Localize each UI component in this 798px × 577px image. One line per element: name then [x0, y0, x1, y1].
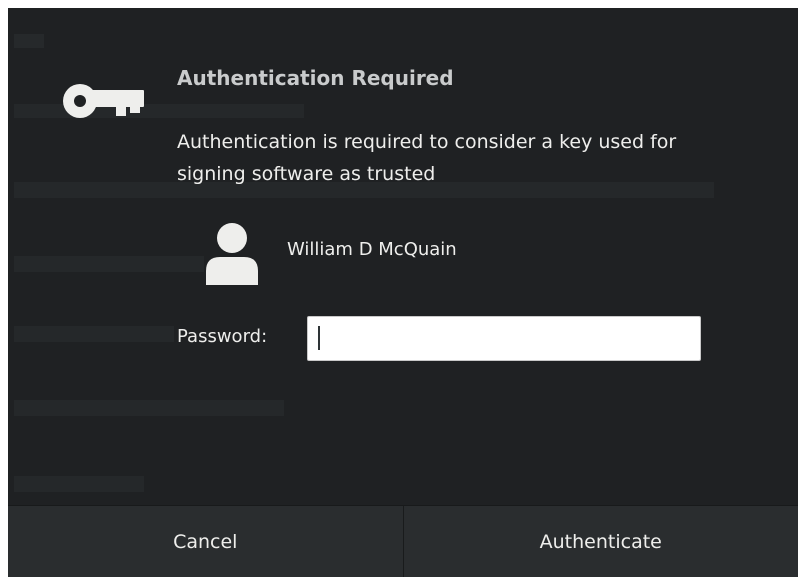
dialog-title: Authentication Required: [177, 66, 454, 90]
dialog-message: Authentication is required to consider a…: [177, 131, 677, 185]
background-ghost-text: [14, 326, 174, 342]
user-name: William D McQuain: [287, 239, 457, 260]
authentication-dialog: Authentication Required Authentication i…: [8, 8, 798, 577]
password-label: Password:: [177, 326, 268, 347]
authenticate-button[interactable]: Authenticate: [402, 506, 798, 577]
dialog-button-bar: Cancel Authenticate: [8, 505, 798, 577]
screen: Authentication Required Authentication i…: [0, 0, 798, 577]
cancel-button[interactable]: Cancel: [8, 506, 403, 577]
background-ghost-text: [14, 400, 284, 416]
background-ghost-text: [14, 104, 304, 118]
text-caret: [318, 326, 320, 350]
key-icon: [63, 84, 144, 118]
password-field[interactable]: [307, 316, 701, 361]
avatar-person-icon: [206, 223, 258, 285]
background-ghost-text: [14, 34, 44, 48]
background-ghost-text: [14, 476, 144, 492]
background-ghost-text: [14, 256, 204, 272]
